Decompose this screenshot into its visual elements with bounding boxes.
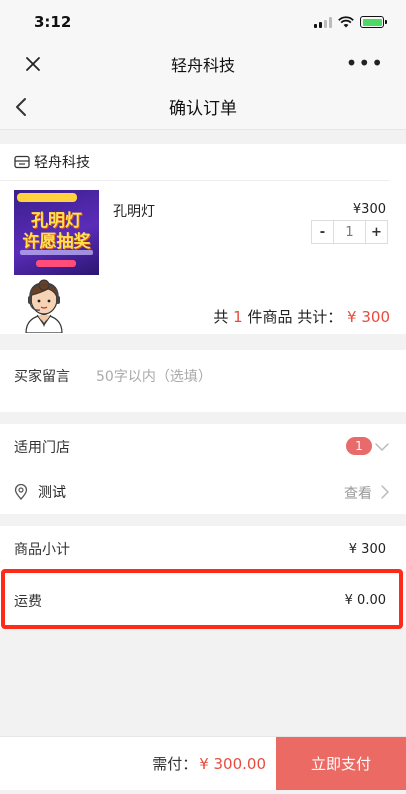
back-icon[interactable] [12,96,32,118]
mini-program-title-bar: 轻舟科技 ••• [0,44,406,84]
buyer-note-input[interactable]: 50字以内（选填） [96,366,212,396]
battery-icon [360,16,387,28]
shop-header[interactable]: 轻舟科技 [0,144,390,181]
customer-service-avatar-icon[interactable] [20,279,68,333]
status-time: 3:12 [34,13,72,31]
increase-quantity-button[interactable]: + [365,221,387,243]
store-label: 适用门店 [14,440,70,456]
store-item-row[interactable]: 测试 查看 [0,470,406,514]
status-icons [314,16,387,28]
order-item-card: 轻舟科技 孔明灯 许愿抽奖 孔明灯 ¥300 - 1 + 共 1 件商品 共计：… [0,144,406,334]
subtotal-label: 商品小计 [14,542,70,558]
payable-label: 需付： [152,755,198,773]
cellular-signal-icon [314,16,332,28]
pay-now-button[interactable]: 立即支付 [276,737,406,790]
location-pin-icon [14,484,28,500]
subtotal-row: 商品小计 ¥ 300 [0,526,406,572]
shop-name: 轻舟科技 [34,155,90,171]
page-title: 确认订单 [169,99,237,119]
checkout-bar: 需付： ¥ 300.00 立即支付 [0,736,406,790]
store-count-badge: 1 [346,437,372,455]
status-bar: 3:12 [0,0,406,44]
chevron-right-icon[interactable] [380,484,390,500]
shipping-value: ¥ 0.00 [344,593,386,608]
summary-middle: 件商品 共计： [247,308,343,326]
subtotal-value: ¥ 300 [348,541,386,557]
view-store-link[interactable]: 查看 [344,483,372,503]
order-summary: 共 1 件商品 共计： ¥ 300 [213,306,390,327]
page-nav-bar: 确认订单 [0,84,406,130]
store-name: 测试 [38,485,66,501]
shop-icon [14,155,30,169]
product-image[interactable]: 孔明灯 许愿抽奖 [14,190,99,275]
product-image-text: 许愿抽奖 [22,232,91,252]
chevron-down-icon[interactable] [374,440,390,454]
quantity-stepper: - 1 + [311,220,388,244]
buyer-note-label: 买家留言 [14,369,70,385]
summary-total: ¥ 300 [347,308,390,326]
app-title: 轻舟科技 [170,56,235,75]
payable-value: ¥ 300.00 [199,754,266,773]
shipping-row: 运费 ¥ 0.00 [0,572,406,628]
payable-amount: 需付： ¥ 300.00 [0,737,276,790]
more-icon[interactable]: ••• [346,53,384,73]
summary-count: 1 [233,308,243,326]
product-price: ¥300 [352,202,386,217]
shipping-label: 运费 [14,593,42,610]
decrease-quantity-button[interactable]: - [312,221,334,243]
summary-prefix: 共 [213,308,229,326]
store-section: 适用门店 1 测试 查看 [0,424,406,514]
store-selector-row[interactable]: 适用门店 1 [0,424,406,470]
product-name: 孔明灯 [113,204,155,220]
close-icon[interactable] [22,53,44,75]
quantity-value[interactable]: 1 [334,221,365,243]
buyer-note-row: 买家留言 50字以内（选填） [0,350,406,412]
wifi-icon [338,16,354,28]
